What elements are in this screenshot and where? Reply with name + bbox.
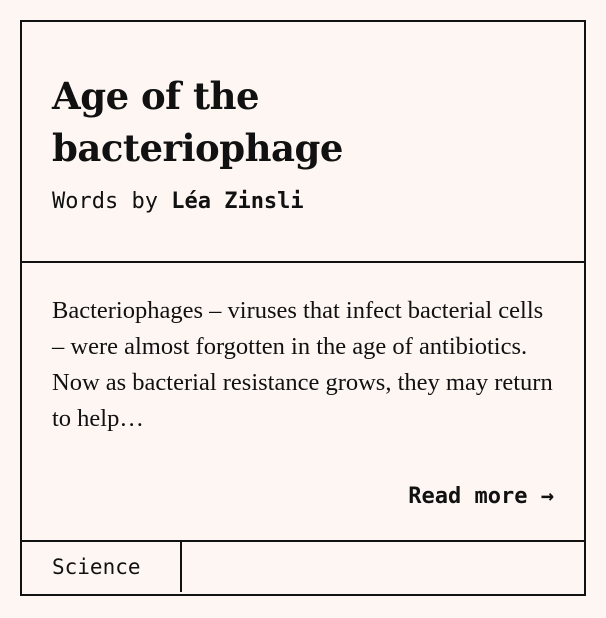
read-more-link[interactable]: Read more → xyxy=(408,483,554,511)
author-name: Léa Zinsli xyxy=(171,189,304,214)
article-card: Age of the bacteriophage Words by Léa Zi… xyxy=(20,20,586,596)
arrow-right-icon: → xyxy=(540,484,554,509)
article-excerpt: Bacteriophages – viruses that infect bac… xyxy=(52,297,553,432)
card-body: Bacteriophages – viruses that infect bac… xyxy=(22,263,584,542)
card-header: Age of the bacteriophage Words by Léa Zi… xyxy=(22,22,584,263)
read-more-label: Read more xyxy=(408,484,528,509)
footer-spacer xyxy=(182,542,584,592)
byline-prefix: Words by xyxy=(52,189,158,214)
card-footer: Science xyxy=(22,542,584,592)
byline: Words by Léa Zinsli xyxy=(52,188,554,216)
article-title: Age of the bacteriophage xyxy=(52,74,343,170)
category-tag[interactable]: Science xyxy=(22,542,182,592)
